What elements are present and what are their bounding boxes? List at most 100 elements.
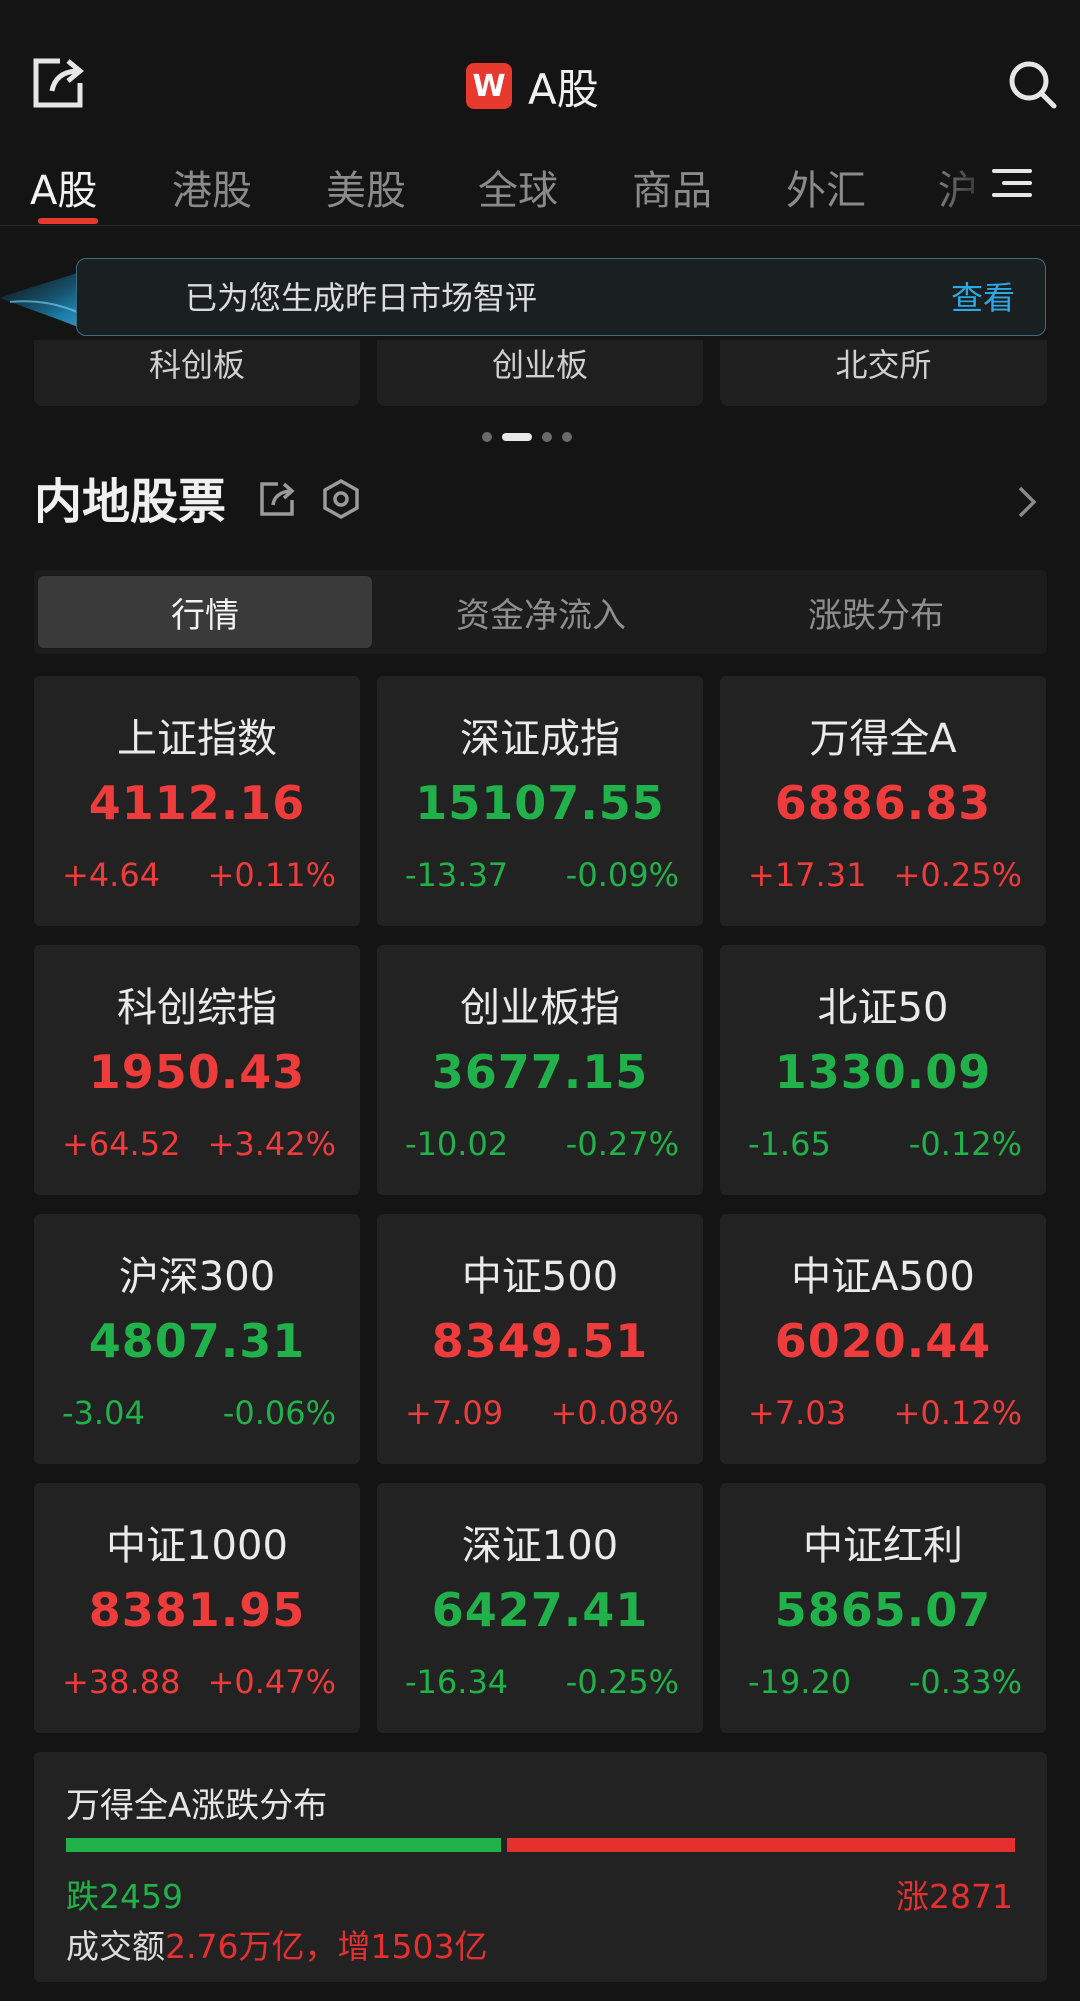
tab-global[interactable]: 全球: [478, 158, 558, 216]
index-change: -10.02: [405, 1125, 509, 1163]
index-change-percent: +0.47%: [207, 1663, 336, 1701]
section-title: 内地股票: [34, 474, 227, 530]
index-name: 沪深300: [118, 1254, 276, 1300]
index-name: 深证成指: [460, 716, 620, 762]
menu-icon[interactable]: [990, 165, 1034, 201]
index-card[interactable]: 上证指数 4112.16 +4.64 +0.11%: [34, 676, 360, 926]
board-label: 科创板: [148, 346, 245, 384]
index-change-percent: -0.25%: [565, 1663, 679, 1701]
segment-quotes[interactable]: 行情: [38, 576, 372, 648]
decline-count: 跌2459: [66, 1877, 183, 1916]
index-name: 创业板指: [460, 985, 620, 1031]
index-change-percent: -0.12%: [908, 1125, 1022, 1163]
advance-bar: [507, 1838, 1015, 1852]
index-card[interactable]: 深证成指 15107.55 -13.37 -0.09%: [377, 676, 703, 926]
board-card-bse[interactable]: 北交所: [720, 340, 1047, 406]
turnover-text: 成交额2.76万亿，增1503亿: [66, 1920, 487, 1968]
advance-count: 涨2871: [896, 1877, 1013, 1916]
distribution-title: 万得全A涨跌分布: [66, 1786, 328, 1826]
active-tab-indicator: [38, 218, 98, 224]
segment-net-inflow[interactable]: 资金净流入: [374, 576, 708, 648]
tab-us-shares[interactable]: 美股: [326, 158, 406, 216]
board-label: 北交所: [835, 346, 932, 384]
index-change-percent: +0.12%: [893, 1394, 1022, 1432]
index-card[interactable]: 中证红利 5865.07 -19.20 -0.33%: [720, 1483, 1046, 1733]
index-card[interactable]: 科创综指 1950.43 +64.52 +3.42%: [34, 945, 360, 1195]
banner-text: 已为您生成昨日市场智评: [185, 279, 538, 317]
index-change-percent: -0.33%: [908, 1663, 1022, 1701]
pager-dot-active[interactable]: [502, 433, 532, 441]
index-price: 3677.15: [431, 1045, 649, 1099]
turnover-value: 2.76万亿，增1503亿: [165, 1927, 488, 1966]
index-change-percent: +0.25%: [893, 856, 1022, 894]
view-link[interactable]: 查看: [951, 273, 1015, 319]
board-card-chinext[interactable]: 创业板: [377, 340, 703, 406]
page-title: A股: [528, 64, 599, 114]
tab-forex[interactable]: 外汇: [786, 158, 866, 216]
index-card[interactable]: 创业板指 3677.15 -10.02 -0.27%: [377, 945, 703, 1195]
divider: [0, 225, 1080, 226]
share-icon[interactable]: [30, 55, 86, 111]
index-card[interactable]: 沪深300 4807.31 -3.04 -0.06%: [34, 1214, 360, 1464]
carousel-pager: [482, 432, 572, 442]
pager-dot[interactable]: [542, 432, 552, 442]
index-price: 15107.55: [415, 776, 665, 830]
search-icon[interactable]: [1008, 60, 1058, 110]
index-price: 4807.31: [88, 1314, 306, 1368]
index-change: -1.65: [748, 1125, 831, 1163]
index-change-percent: -0.09%: [565, 856, 679, 894]
index-change: +7.09: [405, 1394, 504, 1432]
market-tabs: A股 港股 美股 全球 商品 外汇 沪: [0, 150, 1080, 222]
index-change: -16.34: [405, 1663, 509, 1701]
index-name: 中证500: [461, 1254, 619, 1300]
index-change: -13.37: [405, 856, 509, 894]
advance-decline-panel[interactable]: 万得全A涨跌分布 跌2459 涨2871 成交额2.76万亿，增1503亿: [34, 1752, 1047, 1982]
board-label: 创业板: [491, 346, 588, 384]
index-change: +17.31: [748, 856, 867, 894]
turnover-label: 成交额: [66, 1927, 165, 1966]
index-name: 中证红利: [803, 1523, 963, 1569]
index-card[interactable]: 万得全A 6886.83 +17.31 +0.25%: [720, 676, 1046, 926]
index-price: 6886.83: [774, 776, 992, 830]
share-icon[interactable]: [258, 480, 296, 518]
index-card[interactable]: 中证A500 6020.44 +7.03 +0.12%: [720, 1214, 1046, 1464]
index-price: 8349.51: [431, 1314, 649, 1368]
index-name: 科创综指: [117, 985, 277, 1031]
index-card[interactable]: 深证100 6427.41 -16.34 -0.25%: [377, 1483, 703, 1733]
tab-commodities[interactable]: 商品: [632, 158, 712, 216]
index-price: 5865.07: [774, 1583, 992, 1637]
market-review-banner[interactable]: 已为您生成昨日市场智评 查看: [76, 258, 1046, 336]
index-price: 4112.16: [88, 776, 306, 830]
index-change: +64.52: [62, 1125, 181, 1163]
chevron-right-icon[interactable]: [1012, 484, 1042, 520]
index-change-percent: -0.06%: [222, 1394, 336, 1432]
index-name: 北证50: [817, 985, 949, 1031]
segment-distribution[interactable]: 涨跌分布: [709, 576, 1043, 648]
wind-logo-icon: W: [466, 63, 512, 109]
pager-dot[interactable]: [482, 432, 492, 442]
index-price: 6427.41: [431, 1583, 649, 1637]
index-change-percent: +0.11%: [207, 856, 336, 894]
index-card[interactable]: 北证50 1330.09 -1.65 -0.12%: [720, 945, 1046, 1195]
index-price: 1330.09: [774, 1045, 992, 1099]
index-name: 深证100: [461, 1523, 619, 1569]
index-change-percent: +0.08%: [550, 1394, 679, 1432]
settings-icon[interactable]: [320, 478, 362, 520]
index-name: 上证指数: [117, 716, 277, 762]
index-card[interactable]: 中证500 8349.51 +7.09 +0.08%: [377, 1214, 703, 1464]
index-price: 6020.44: [774, 1314, 992, 1368]
index-change: +38.88: [62, 1663, 181, 1701]
index-price: 8381.95: [88, 1583, 306, 1637]
tab-a-shares[interactable]: A股: [30, 158, 97, 216]
tab-hk-shares[interactable]: 港股: [172, 158, 252, 216]
pager-dot[interactable]: [562, 432, 572, 442]
app-title-group: W A股: [466, 58, 599, 114]
index-card[interactable]: 中证1000 8381.95 +38.88 +0.47%: [34, 1483, 360, 1733]
board-card-star[interactable]: 科创板: [34, 340, 360, 406]
data-view-switch: 行情 资金净流入 涨跌分布: [34, 570, 1047, 654]
index-change: -3.04: [62, 1394, 145, 1432]
index-name: 中证A500: [791, 1254, 975, 1300]
index-change-percent: +3.42%: [207, 1125, 336, 1163]
index-change: -19.20: [748, 1663, 852, 1701]
index-change-percent: -0.27%: [565, 1125, 679, 1163]
